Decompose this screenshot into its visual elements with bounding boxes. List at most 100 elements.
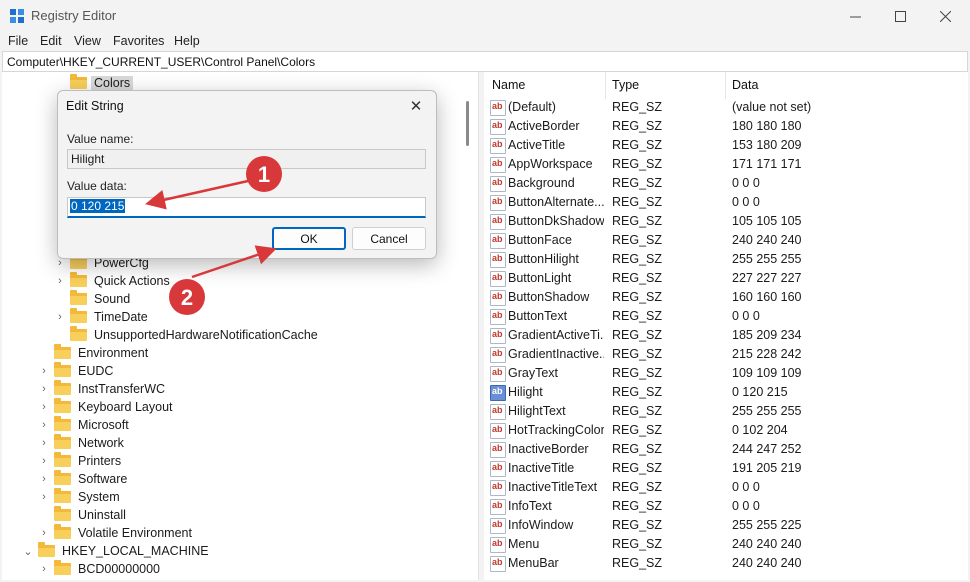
value-row[interactable]: ButtonFace REG_SZ 240 240 240 [484, 231, 954, 250]
string-value-icon [490, 518, 506, 534]
value-row[interactable]: InactiveBorder REG_SZ 244 247 252 [484, 440, 954, 459]
tree-item[interactable]: › Printers [38, 452, 124, 470]
tree-item[interactable]: › Network [38, 434, 127, 452]
chevron-icon[interactable]: › [38, 473, 50, 485]
value-type: REG_SZ [612, 271, 663, 285]
address-bar[interactable]: Computer\HKEY_CURRENT_USER\Control Panel… [2, 51, 968, 72]
menu-edit[interactable]: Edit [40, 34, 62, 48]
tree-item[interactable]: › InstTransferWC [38, 380, 168, 398]
string-value-icon [490, 347, 506, 363]
value-row[interactable]: AppWorkspace REG_SZ 171 171 171 [484, 155, 954, 174]
chevron-icon[interactable]: › [38, 455, 50, 467]
value-row[interactable]: ActiveTitle REG_SZ 153 180 209 [484, 136, 954, 155]
chevron-icon[interactable]: › [38, 527, 50, 539]
value-row[interactable]: GradientInactive... REG_SZ 215 228 242 [484, 345, 954, 364]
tree-item[interactable]: › Software [38, 470, 130, 488]
value-row[interactable]: GradientActiveTi... REG_SZ 185 209 234 [484, 326, 954, 345]
tree-item-label: Quick Actions [94, 274, 170, 288]
tree-scrollbar-thumb[interactable] [466, 101, 469, 146]
close-icon: ✕ [409, 98, 423, 115]
chevron-icon[interactable]: › [54, 275, 66, 287]
tree-item[interactable]: UnsupportedHardwareNotificationCache [54, 326, 321, 344]
values-pane[interactable]: Name Type Data (Default) REG_SZ (value not… [484, 72, 968, 580]
value-row[interactable]: Background REG_SZ 0 0 0 [484, 174, 954, 193]
tree-item[interactable]: › Microsoft [38, 416, 132, 434]
tree-item[interactable]: › Quick Actions [54, 272, 173, 290]
string-value-icon [490, 423, 506, 439]
dialog-close-button[interactable]: ✕ [404, 95, 428, 117]
value-row[interactable]: HilightText REG_SZ 255 255 255 [484, 402, 954, 421]
chevron-icon[interactable]: › [38, 365, 50, 377]
value-row[interactable]: GrayText REG_SZ 109 109 109 [484, 364, 954, 383]
folder-icon [54, 434, 71, 449]
value-row[interactable]: ButtonAlternate... REG_SZ 0 0 0 [484, 193, 954, 212]
tree-item[interactable]: ⌄ HKEY_LOCAL_MACHINE [22, 542, 212, 560]
folder-icon [70, 290, 87, 305]
close-window-button[interactable] [922, 0, 968, 32]
value-row[interactable]: Menu REG_SZ 240 240 240 [484, 535, 954, 554]
ok-label: OK [300, 231, 318, 246]
chevron-icon[interactable]: › [38, 437, 50, 449]
value-data: 215 228 242 [732, 347, 802, 361]
tree-item-label: Sound [94, 292, 131, 306]
value-row[interactable]: MenuBar REG_SZ 240 240 240 [484, 554, 954, 573]
tree-item[interactable]: › EUDC [38, 362, 116, 380]
column-divider[interactable] [605, 72, 606, 99]
string-value-icon [490, 100, 506, 116]
value-name: HotTrackingColor [508, 423, 604, 437]
tree-item[interactable]: › BCD00000000 [38, 560, 163, 578]
value-name: ButtonShadow [508, 290, 590, 304]
value-type: REG_SZ [612, 537, 663, 551]
value-name: InfoText [508, 499, 552, 513]
value-row[interactable]: ActiveBorder REG_SZ 180 180 180 [484, 117, 954, 136]
menu-favorites[interactable]: Favorites [113, 34, 164, 48]
column-name-header[interactable]: Name [492, 78, 525, 92]
value-row[interactable]: InfoText REG_SZ 0 0 0 [484, 497, 954, 516]
maximize-button[interactable] [877, 0, 923, 32]
value-data: 255 255 225 [732, 518, 802, 532]
chevron-icon[interactable]: › [38, 563, 50, 575]
value-row[interactable]: Hilight REG_SZ 0 120 215 [484, 383, 954, 402]
registry-editor-icon [10, 9, 24, 23]
cancel-button[interactable]: Cancel [352, 227, 426, 250]
menu-view[interactable]: View [74, 34, 101, 48]
value-row[interactable]: InfoWindow REG_SZ 255 255 225 [484, 516, 954, 535]
value-row[interactable]: ButtonDkShadow REG_SZ 105 105 105 [484, 212, 954, 231]
value-row[interactable]: ButtonText REG_SZ 0 0 0 [484, 307, 954, 326]
tree-item[interactable]: › Keyboard Layout [38, 398, 176, 416]
value-row[interactable]: ButtonShadow REG_SZ 160 160 160 [484, 288, 954, 307]
value-row[interactable]: HotTrackingColor REG_SZ 0 102 204 [484, 421, 954, 440]
string-value-icon [490, 404, 506, 420]
chevron-icon[interactable]: › [38, 383, 50, 395]
tree-item[interactable]: › TimeDate [54, 308, 151, 326]
chevron-icon[interactable]: › [38, 491, 50, 503]
tree-item[interactable]: Uninstall [38, 506, 129, 524]
value-data-input[interactable]: 0 120 215 [67, 197, 426, 218]
ok-button[interactable]: OK [272, 227, 346, 250]
chevron-icon[interactable]: ⌄ [22, 545, 34, 558]
tree-item[interactable]: Sound [54, 290, 133, 308]
chevron-icon[interactable]: › [38, 419, 50, 431]
tree-item[interactable]: › System [38, 488, 123, 506]
value-row[interactable]: InactiveTitleText REG_SZ 0 0 0 [484, 478, 954, 497]
tree-item-label: Keyboard Layout [78, 400, 173, 414]
column-divider[interactable] [725, 72, 726, 99]
value-row[interactable]: InactiveTitle REG_SZ 191 205 219 [484, 459, 954, 478]
value-row[interactable]: ButtonLight REG_SZ 227 227 227 [484, 269, 954, 288]
value-data: 153 180 209 [732, 138, 802, 152]
value-type: REG_SZ [612, 556, 663, 570]
value-type: REG_SZ [612, 214, 663, 228]
menu-file[interactable]: File [8, 34, 28, 48]
string-value-icon [490, 537, 506, 553]
menu-help[interactable]: Help [174, 34, 200, 48]
chevron-icon[interactable]: › [54, 311, 66, 323]
column-data-header[interactable]: Data [732, 78, 758, 92]
string-value-icon [490, 252, 506, 268]
tree-item[interactable]: › Volatile Environment [38, 524, 195, 542]
value-row[interactable]: (Default) REG_SZ (value not set) [484, 98, 954, 117]
column-type-header[interactable]: Type [612, 78, 639, 92]
value-row[interactable]: ButtonHilight REG_SZ 255 255 255 [484, 250, 954, 269]
chevron-icon[interactable]: › [38, 401, 50, 413]
minimize-button[interactable] [832, 0, 878, 32]
tree-item[interactable]: Environment [38, 344, 151, 362]
